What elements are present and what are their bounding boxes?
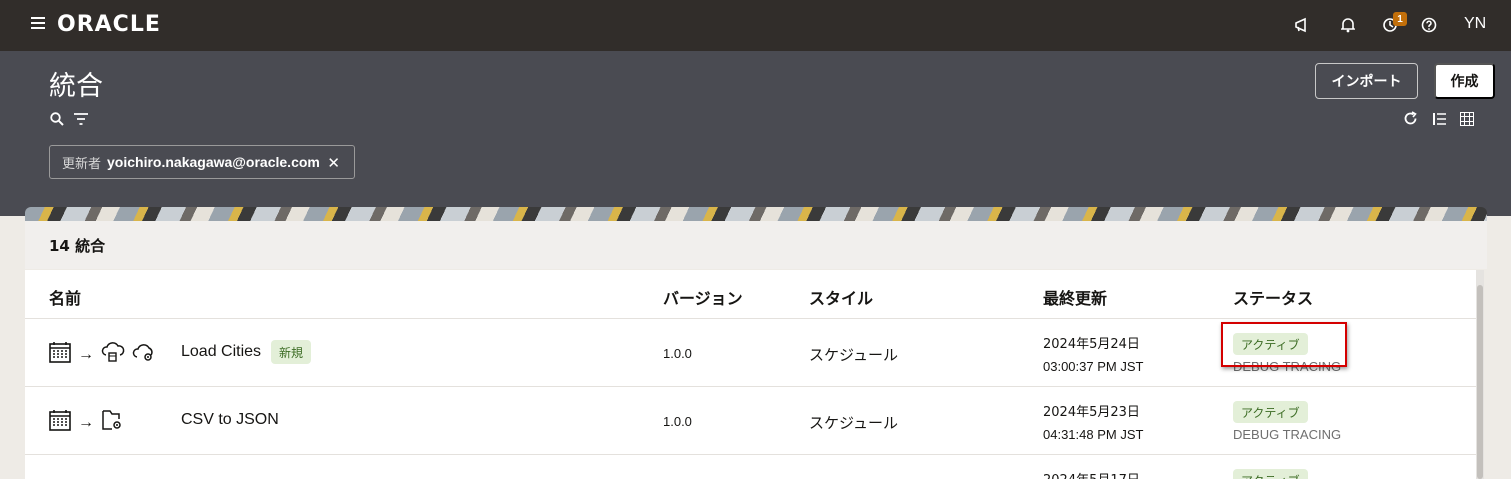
column-header-updated[interactable]: 最終更新 bbox=[1043, 285, 1107, 309]
grid-view-icon[interactable] bbox=[1460, 112, 1474, 131]
status-badge: アクティブ bbox=[1233, 401, 1308, 423]
integration-name[interactable]: Load Cities bbox=[181, 343, 261, 361]
filter-chip[interactable]: 更新者 yoichiro.nakagawa@oracle.com ✕ bbox=[49, 145, 355, 179]
column-header-style[interactable]: スタイル bbox=[809, 285, 873, 309]
updated-date: 2024年5月24日 bbox=[1043, 337, 1140, 352]
help-icon[interactable] bbox=[1419, 15, 1439, 35]
integration-name[interactable]: CSV to JSON bbox=[181, 411, 279, 429]
updated-date: 2024年5月17日 bbox=[1043, 469, 1140, 479]
arrow-right-icon: → bbox=[78, 345, 94, 363]
scrollbar-thumb[interactable] bbox=[1477, 285, 1483, 479]
table-row[interactable]: 2024年5月17日 アクティブ bbox=[25, 454, 1476, 479]
updated-time: 04:31:48 PM JST bbox=[1043, 427, 1144, 442]
integration-version: 1.0.0 bbox=[663, 346, 692, 361]
arrow-right-icon: → bbox=[78, 413, 94, 431]
new-badge: 新規 bbox=[271, 340, 312, 364]
results-summary: 14 統合 bbox=[25, 221, 1487, 269]
integrations-table: 名前 バージョン スタイル 最終更新 ステータス → Load Cities 新… bbox=[25, 270, 1476, 479]
filter-icon[interactable] bbox=[73, 112, 89, 131]
schedule-icon bbox=[49, 341, 71, 368]
import-button[interactable]: インポート bbox=[1315, 63, 1418, 99]
integration-pattern: → bbox=[49, 409, 123, 436]
updated-date: 2024年5月23日 bbox=[1043, 405, 1140, 420]
close-icon[interactable]: ✕ bbox=[327, 154, 340, 172]
cloud-database-icon bbox=[101, 341, 125, 368]
refresh-icon[interactable] bbox=[1403, 111, 1418, 131]
integration-version: 1.0.0 bbox=[663, 414, 692, 429]
decorative-banner bbox=[25, 207, 1487, 221]
notification-badge: 1 bbox=[1393, 12, 1407, 26]
user-avatar[interactable]: YN bbox=[1464, 15, 1486, 33]
filter-chip-label: 更新者 bbox=[62, 156, 102, 172]
status-badge: アクティブ bbox=[1233, 469, 1308, 479]
updated-time: 03:00:37 PM JST bbox=[1043, 359, 1144, 374]
cloud-settings-icon bbox=[132, 341, 156, 368]
schedule-icon bbox=[49, 409, 71, 436]
table-row[interactable]: → CSV to JSON 1.0.0 スケジュール 2024年5月23日 04… bbox=[25, 386, 1476, 454]
column-header-status[interactable]: ステータス bbox=[1233, 285, 1313, 309]
integration-style: スケジュール bbox=[809, 414, 898, 432]
create-button[interactable]: 作成 bbox=[1434, 63, 1495, 99]
announcement-icon[interactable] bbox=[1292, 15, 1312, 35]
integration-pattern: → bbox=[49, 341, 156, 368]
results-count: 14 統合 bbox=[49, 237, 106, 255]
filter-chip-value: yoichiro.nakagawa@oracle.com bbox=[107, 154, 320, 170]
column-header-name[interactable]: 名前 bbox=[49, 285, 81, 309]
page-title: 統合 bbox=[49, 71, 103, 102]
tracing-level: DEBUG TRACING bbox=[1233, 427, 1342, 442]
menu-icon[interactable] bbox=[31, 17, 47, 31]
file-settings-icon bbox=[101, 409, 123, 436]
oracle-logo[interactable]: ORACLE bbox=[57, 12, 161, 37]
top-bar: ORACLE 1 YN bbox=[0, 0, 1511, 51]
page-header: 統合 インポート 作成 更新者 yoichiro.nakagawa@oracle… bbox=[0, 51, 1511, 216]
status-highlight-box bbox=[1221, 322, 1347, 367]
list-view-icon[interactable] bbox=[1432, 112, 1447, 131]
search-icon[interactable] bbox=[50, 112, 64, 131]
bell-icon[interactable] bbox=[1338, 15, 1358, 35]
integration-style: スケジュール bbox=[809, 346, 898, 364]
column-header-version[interactable]: バージョン bbox=[663, 285, 743, 309]
